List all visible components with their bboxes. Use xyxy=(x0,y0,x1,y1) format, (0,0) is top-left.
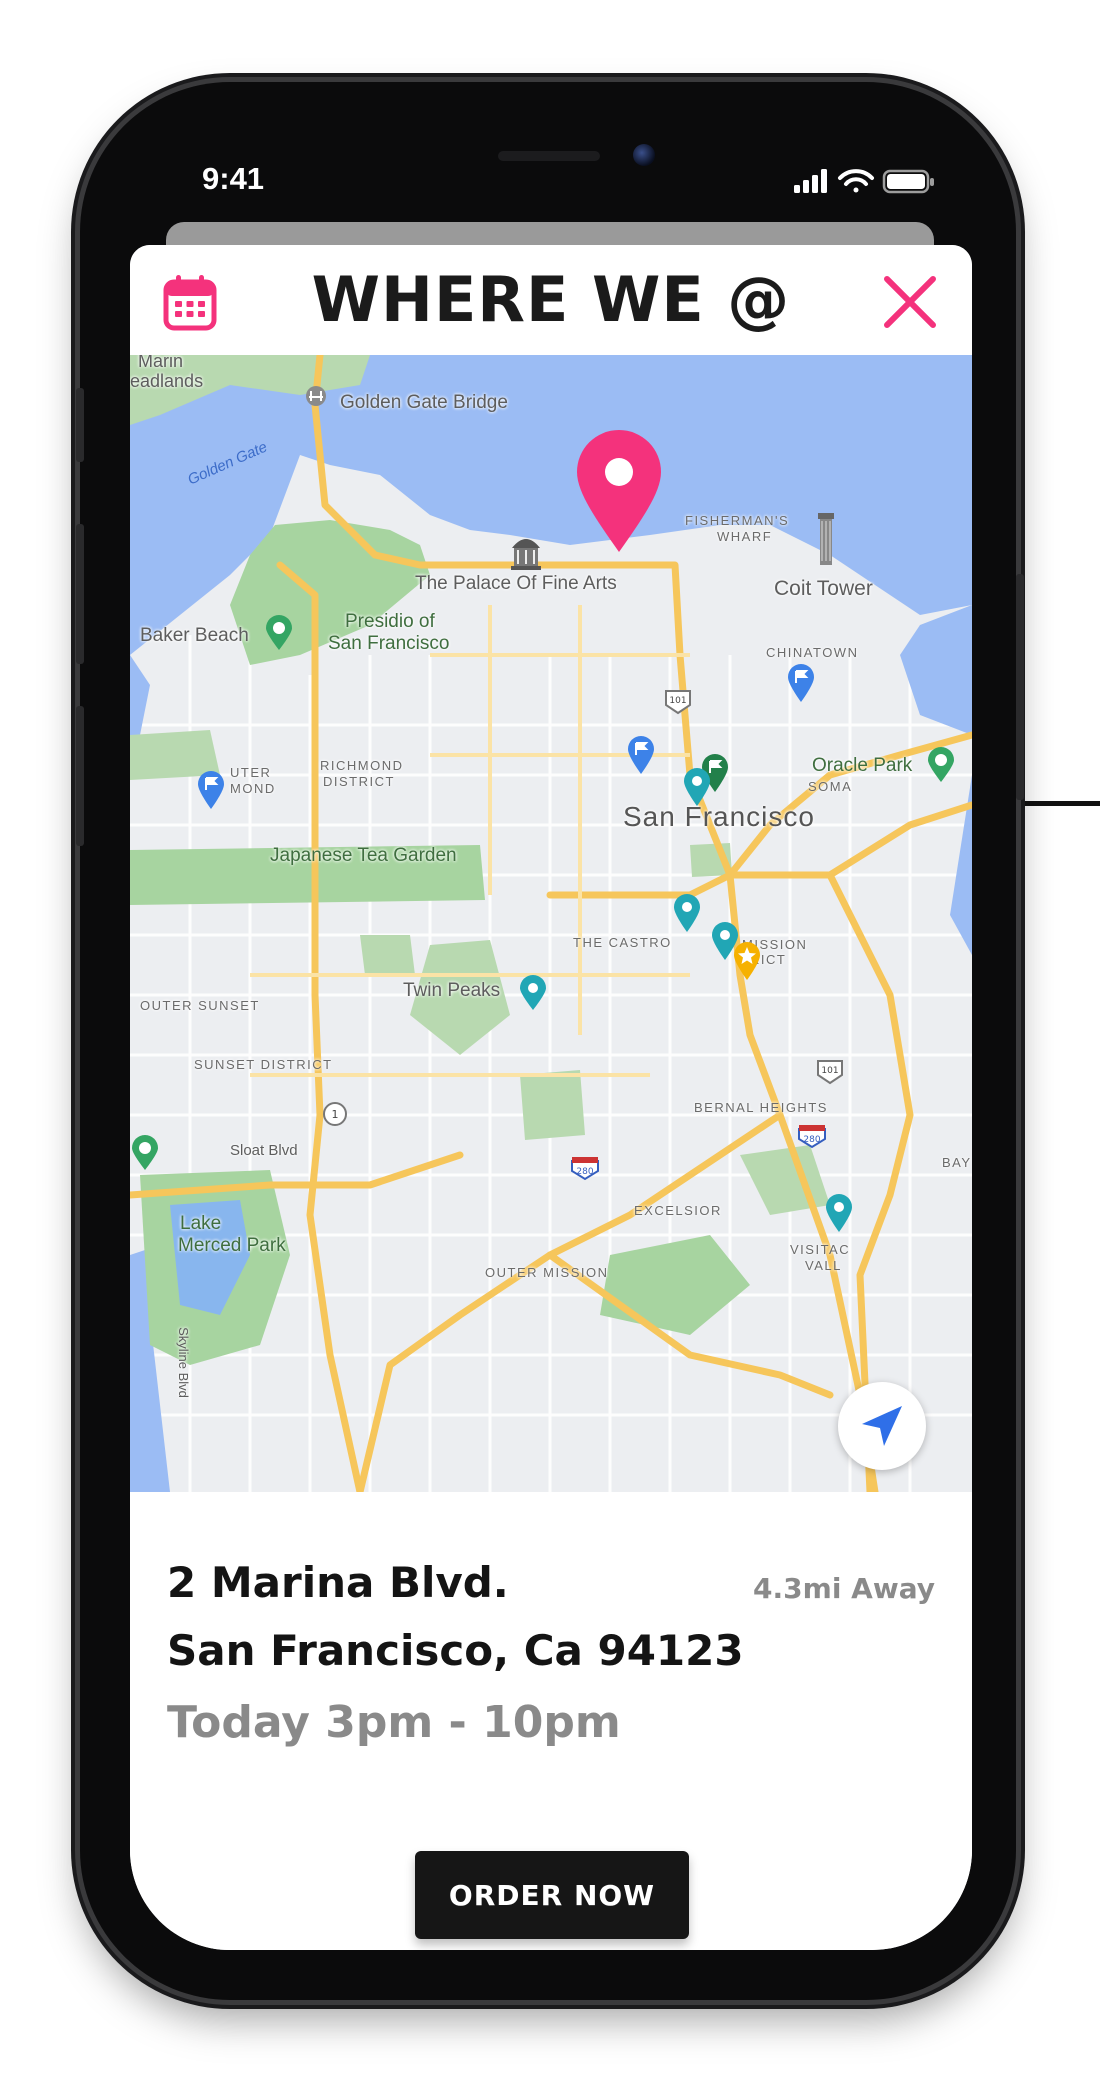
blue-pin-icon xyxy=(786,663,816,703)
sutro xyxy=(360,935,415,975)
mute-switch xyxy=(76,388,84,462)
hours-label: Today 3pm - 10pm xyxy=(167,1697,621,1748)
map-label: Merced Park xyxy=(178,1235,286,1256)
address-line-1: 2 Marina Blvd. xyxy=(167,1558,509,1607)
volume-down-button xyxy=(76,706,84,846)
volume-up-button xyxy=(76,524,84,664)
power-button xyxy=(1016,574,1024,800)
park-pin-icon xyxy=(264,615,294,651)
map[interactable]: Marin eadlands Golden Gate Bridge Golden… xyxy=(130,355,972,1492)
map-label: Baker Beach xyxy=(140,625,249,646)
map-label: BERNAL HEIGHTS xyxy=(694,1100,828,1115)
map-label: Coit Tower xyxy=(774,577,873,600)
highway-shield-icon: 101 xyxy=(816,1059,844,1085)
map-label: RICHMOND xyxy=(320,758,404,773)
map-label: Japanese Tea Garden xyxy=(270,845,457,866)
map-label: OUTER SUNSET xyxy=(140,998,260,1013)
status-icons xyxy=(792,166,937,196)
map-label: Presidio of xyxy=(345,611,435,632)
map-label: Twin Peaks xyxy=(403,980,501,1001)
map-label: FISHERMAN'S xyxy=(685,513,790,528)
svg-text:280: 280 xyxy=(803,1135,820,1145)
palace-landmark-icon xyxy=(508,530,544,572)
earpiece-speaker xyxy=(498,151,600,161)
map-label: OUTER MISSION xyxy=(485,1265,609,1280)
page-title: WHERE WE @ xyxy=(311,263,791,336)
map-label: San Francisco xyxy=(328,633,450,654)
map-label: SOMA xyxy=(808,779,853,794)
wifi-icon xyxy=(838,169,874,193)
map-label: CHINATOWN xyxy=(766,645,859,660)
header: WHERE WE @ xyxy=(130,245,972,355)
map-label: SUNSET DISTRICT xyxy=(194,1057,333,1072)
blue-pin-icon xyxy=(196,770,226,810)
map-label: DISTRICT xyxy=(323,774,395,789)
teal-pin-icon xyxy=(682,767,712,807)
highway-shield-icon: 1 xyxy=(322,1101,348,1127)
star-pin-icon xyxy=(732,941,762,981)
map-label: EXCELSIOR xyxy=(634,1203,722,1218)
map-label: eadlands xyxy=(130,371,204,391)
navigation-arrow-icon xyxy=(862,1406,902,1446)
svg-text:280: 280 xyxy=(576,1167,593,1177)
location-pin-icon[interactable] xyxy=(575,430,663,554)
address-line-2: San Francisco, Ca 94123 xyxy=(167,1626,744,1675)
map-label: WHARF xyxy=(717,529,773,544)
teal-pin-icon xyxy=(672,893,702,933)
map-label: Lake xyxy=(180,1213,222,1234)
distance-label: 4.3mi Away xyxy=(753,1572,935,1605)
svg-text:101: 101 xyxy=(669,696,686,706)
map-label: Sloat Blvd xyxy=(230,1142,298,1159)
map-base xyxy=(130,355,972,1492)
svg-text:1: 1 xyxy=(332,1108,339,1121)
map-label: Oracle Park xyxy=(812,755,913,776)
map-label: UTER xyxy=(230,765,272,780)
decorative-line xyxy=(1024,801,1100,806)
highway-shield-icon: 280 xyxy=(570,1155,600,1181)
bridge-landmark-icon xyxy=(305,385,327,409)
map-label: THE CASTRO xyxy=(573,935,672,950)
locate-me-button[interactable] xyxy=(838,1382,926,1470)
map-label: Skyline Blvd xyxy=(175,1327,191,1398)
coit-tower-icon xyxy=(816,511,836,571)
map-label: VISITAC xyxy=(790,1242,851,1257)
stadium-pin-icon xyxy=(926,747,956,783)
blue-pin-icon xyxy=(626,735,656,775)
location-info: 2 Marina Blvd. 4.3mi Away San Francisco,… xyxy=(130,1492,972,1950)
map-label: Golden Gate Bridge xyxy=(340,392,508,413)
order-now-button[interactable]: ORDER NOW xyxy=(415,1851,689,1939)
highway-shield-icon: 280 xyxy=(797,1123,827,1149)
svg-text:101: 101 xyxy=(821,1066,838,1076)
glen-park xyxy=(520,1070,585,1140)
map-label: MOND xyxy=(230,781,276,796)
front-camera xyxy=(633,144,655,166)
status-time: 9:41 xyxy=(202,161,265,196)
camera-pin-icon xyxy=(518,975,548,1011)
screen: WHERE WE @ Marin eadlands Golden Gate Br… xyxy=(130,245,972,1950)
map-label: The Palace Of Fine Arts xyxy=(415,573,617,594)
close-icon[interactable] xyxy=(881,273,939,331)
highway-shield-icon: 101 xyxy=(664,689,692,715)
map-label: San Francisco xyxy=(623,801,815,832)
park-pin-icon xyxy=(130,1135,160,1171)
map-label: Marin xyxy=(138,355,184,371)
teal-pin-icon xyxy=(824,1193,854,1233)
map-label: BAY xyxy=(942,1155,972,1170)
cellular-signal-icon xyxy=(794,169,827,193)
map-label: VALL xyxy=(805,1258,842,1273)
battery-icon xyxy=(882,169,934,194)
